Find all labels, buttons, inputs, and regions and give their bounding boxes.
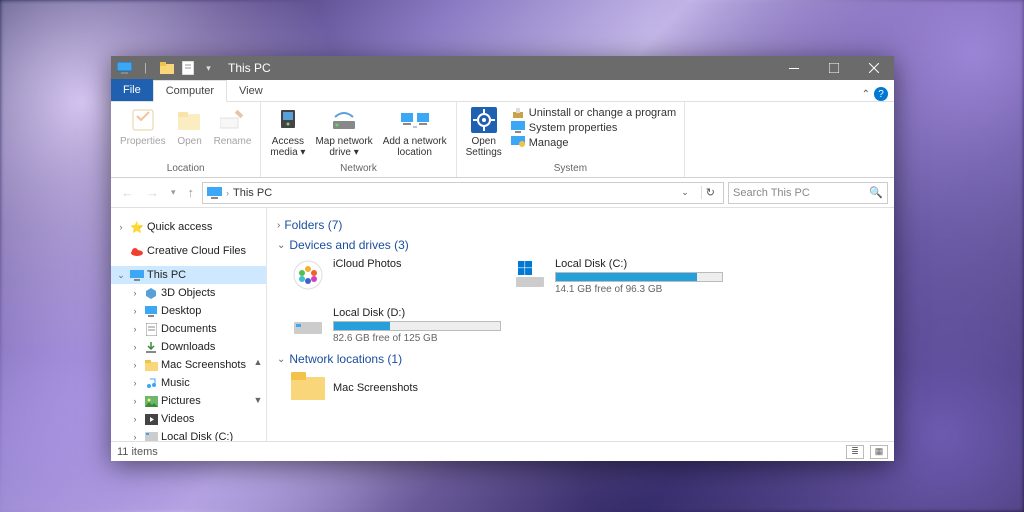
- properties-qat-icon[interactable]: [180, 61, 195, 76]
- folders-section-header[interactable]: › Folders (7): [277, 218, 884, 232]
- this-pc-icon: [207, 187, 222, 199]
- close-button[interactable]: [854, 56, 894, 80]
- maximize-button[interactable]: [814, 56, 854, 80]
- window-title: This PC: [228, 61, 774, 75]
- folder-icon: [144, 358, 158, 372]
- access-media-button[interactable]: Access media ▾: [265, 104, 310, 160]
- disk-usage-bar: [333, 321, 501, 331]
- address-dropdown-icon[interactable]: ⌄: [677, 187, 693, 198]
- sidebar-item-downloads[interactable]: ›Downloads: [111, 338, 266, 356]
- download-icon: [144, 340, 158, 354]
- details-view-button[interactable]: ≣: [846, 445, 864, 459]
- disk-icon: [291, 307, 325, 341]
- open-button[interactable]: Open: [171, 104, 209, 149]
- navigation-pane[interactable]: ›⭐Quick access Creative Cloud Files ⌄Thi…: [111, 208, 267, 441]
- help-icon[interactable]: ?: [874, 87, 888, 101]
- chevron-down-icon: ⌄: [277, 240, 285, 251]
- devices-section-header[interactable]: ⌄ Devices and drives (3): [277, 238, 884, 252]
- network-locations-section-header[interactable]: ⌄ Network locations (1): [277, 352, 884, 366]
- this-pc-icon: [130, 268, 144, 282]
- sidebar-item-3d-objects[interactable]: ›3D Objects: [111, 284, 266, 302]
- qat-separator: |: [138, 61, 153, 76]
- drive-local-disk-d[interactable]: Local Disk (D:) 82.6 GB free of 125 GB: [291, 307, 501, 344]
- status-bar: 11 items ≣ ▦: [111, 441, 894, 461]
- collapse-ribbon-icon[interactable]: ⌃: [862, 89, 870, 100]
- history-dropdown[interactable]: ▾: [167, 187, 180, 198]
- system-properties-button[interactable]: System properties: [511, 121, 676, 135]
- drive-icloud-photos[interactable]: iCloud Photos: [291, 258, 501, 295]
- cube-icon: [144, 286, 158, 300]
- icloud-photos-icon: [291, 258, 325, 292]
- search-input[interactable]: Search This PC 🔍: [728, 182, 888, 204]
- ribbon-system-group: Open Settings Uninstall or change a prog…: [457, 102, 686, 177]
- folder-icon: [291, 372, 325, 406]
- chevron-down-icon: ⌄: [277, 354, 285, 365]
- sidebar-item-music[interactable]: ›Music: [111, 374, 266, 392]
- disk-icon: [144, 430, 158, 441]
- sidebar-item-mac-screenshots[interactable]: ›Mac Screenshots: [111, 356, 266, 374]
- large-icons-view-button[interactable]: ▦: [870, 445, 888, 459]
- chevron-right-icon: ›: [277, 220, 280, 231]
- titlebar[interactable]: | ▾ This PC: [111, 56, 894, 80]
- computer-tab[interactable]: Computer: [153, 80, 227, 102]
- video-icon: [144, 412, 158, 426]
- os-disk-icon: [513, 258, 547, 292]
- uninstall-program-button[interactable]: Uninstall or change a program: [511, 106, 676, 120]
- manage-button[interactable]: Manage: [511, 136, 676, 150]
- item-count: 11 items: [117, 446, 158, 458]
- breadcrumb[interactable]: This PC: [233, 187, 272, 199]
- file-tab[interactable]: File: [111, 79, 153, 101]
- pictures-icon: [144, 394, 158, 408]
- new-folder-qat-icon[interactable]: [159, 61, 174, 76]
- star-icon: ⭐: [130, 220, 144, 234]
- ribbon-location-group: Properties Open Rename Location: [111, 102, 261, 177]
- chevron-right-icon[interactable]: ›: [226, 188, 229, 198]
- sidebar-item-local-disk-c[interactable]: ›Local Disk (C:): [111, 428, 266, 441]
- address-bar[interactable]: › This PC ⌄ ↻: [202, 182, 724, 204]
- ribbon-tabs: File Computer View ⌃ ?: [111, 80, 894, 102]
- music-icon: [144, 376, 158, 390]
- back-button[interactable]: ←: [117, 185, 138, 200]
- content-area[interactable]: › Folders (7) ⌄ Devices and drives (3) i…: [267, 208, 894, 441]
- forward-button[interactable]: →: [142, 185, 163, 200]
- file-explorer-window: | ▾ This PC File Computer View ⌃ ? Prope…: [111, 56, 894, 461]
- search-icon: 🔍: [869, 186, 883, 199]
- minimize-button[interactable]: [774, 56, 814, 80]
- add-network-location-button[interactable]: Add a network location: [378, 104, 452, 160]
- sidebar-item-quick-access[interactable]: ›⭐Quick access: [111, 218, 266, 236]
- sidebar-scrollbar[interactable]: ▲▼: [252, 357, 264, 437]
- desktop-icon: [144, 304, 158, 318]
- disk-usage-bar: [555, 272, 723, 282]
- sidebar-item-desktop[interactable]: ›Desktop: [111, 302, 266, 320]
- qat-dropdown-icon[interactable]: ▾: [201, 61, 216, 76]
- open-settings-button[interactable]: Open Settings: [461, 104, 507, 160]
- view-tab[interactable]: View: [227, 81, 275, 101]
- sidebar-item-this-pc[interactable]: ⌄This PC: [111, 266, 266, 284]
- sidebar-item-videos[interactable]: ›Videos: [111, 410, 266, 428]
- network-location-mac-screenshots[interactable]: Mac Screenshots: [291, 372, 884, 406]
- up-button[interactable]: ↑: [184, 185, 199, 200]
- sidebar-item-documents[interactable]: ›Documents: [111, 320, 266, 338]
- refresh-button[interactable]: ↻: [701, 186, 719, 199]
- rename-button[interactable]: Rename: [209, 104, 257, 149]
- sidebar-item-creative-cloud[interactable]: Creative Cloud Files: [111, 242, 266, 260]
- map-network-drive-button[interactable]: Map network drive ▾: [310, 104, 377, 160]
- this-pc-icon: [117, 61, 132, 76]
- address-bar-row: ← → ▾ ↑ › This PC ⌄ ↻ Search This PC 🔍: [111, 178, 894, 208]
- ribbon: Properties Open Rename Location Access m…: [111, 102, 894, 178]
- sidebar-item-pictures[interactable]: ›Pictures: [111, 392, 266, 410]
- properties-button[interactable]: Properties: [115, 104, 171, 149]
- documents-icon: [144, 322, 158, 336]
- ribbon-network-group: Access media ▾ Map network drive ▾ Add a…: [261, 102, 456, 177]
- drive-local-disk-c[interactable]: Local Disk (C:) 14.1 GB free of 96.3 GB: [513, 258, 723, 295]
- cloud-icon: [130, 244, 144, 258]
